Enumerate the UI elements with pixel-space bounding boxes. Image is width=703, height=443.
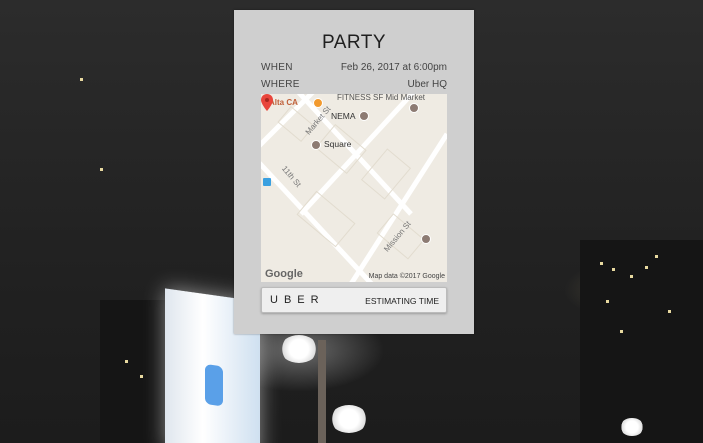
restaurant-icon bbox=[313, 98, 323, 108]
event-title: PARTY bbox=[321, 32, 387, 53]
poi-icon bbox=[359, 111, 369, 121]
lamp-light bbox=[280, 335, 318, 363]
when-label: WHEN bbox=[261, 62, 293, 73]
where-label: WHERE bbox=[261, 79, 300, 90]
poi-icon bbox=[421, 234, 431, 244]
where-value: Uber HQ bbox=[407, 79, 447, 90]
location-map[interactable]: Alta CA FITNESS SF Mid Market NEMA Marke… bbox=[261, 94, 447, 282]
map-label-square: Square bbox=[324, 139, 352, 149]
map-label-nema: NEMA bbox=[331, 111, 356, 121]
uber-ride-button[interactable]: UBER ESTIMATING TIME bbox=[261, 287, 447, 313]
location-pin-icon bbox=[261, 94, 273, 111]
poi-icon bbox=[409, 103, 419, 113]
map-streets bbox=[261, 94, 447, 282]
where-row: WHERE Uber HQ bbox=[261, 79, 447, 90]
building bbox=[580, 240, 703, 443]
map-attribution: Map data ©2017 Google bbox=[368, 273, 445, 280]
eta-status: ESTIMATING TIME bbox=[365, 296, 439, 306]
lamp-light bbox=[330, 405, 368, 433]
transit-icon bbox=[263, 178, 271, 186]
event-card: PARTY WHEN Feb 26, 2017 at 6:00pm WHERE … bbox=[234, 10, 474, 334]
when-value: Feb 26, 2017 at 6:00pm bbox=[340, 62, 447, 73]
building bbox=[100, 300, 170, 443]
map-label-alta: Alta CA bbox=[269, 98, 298, 107]
map-label-fitness: FITNESS SF Mid Market bbox=[337, 94, 426, 102]
when-row: WHEN Feb 26, 2017 at 6:00pm bbox=[261, 62, 447, 73]
lamp-light bbox=[620, 418, 644, 436]
google-logo: Google bbox=[265, 268, 303, 280]
lamp-post bbox=[318, 340, 326, 443]
poi-icon bbox=[311, 140, 321, 150]
uber-logo: UBER bbox=[270, 294, 325, 306]
